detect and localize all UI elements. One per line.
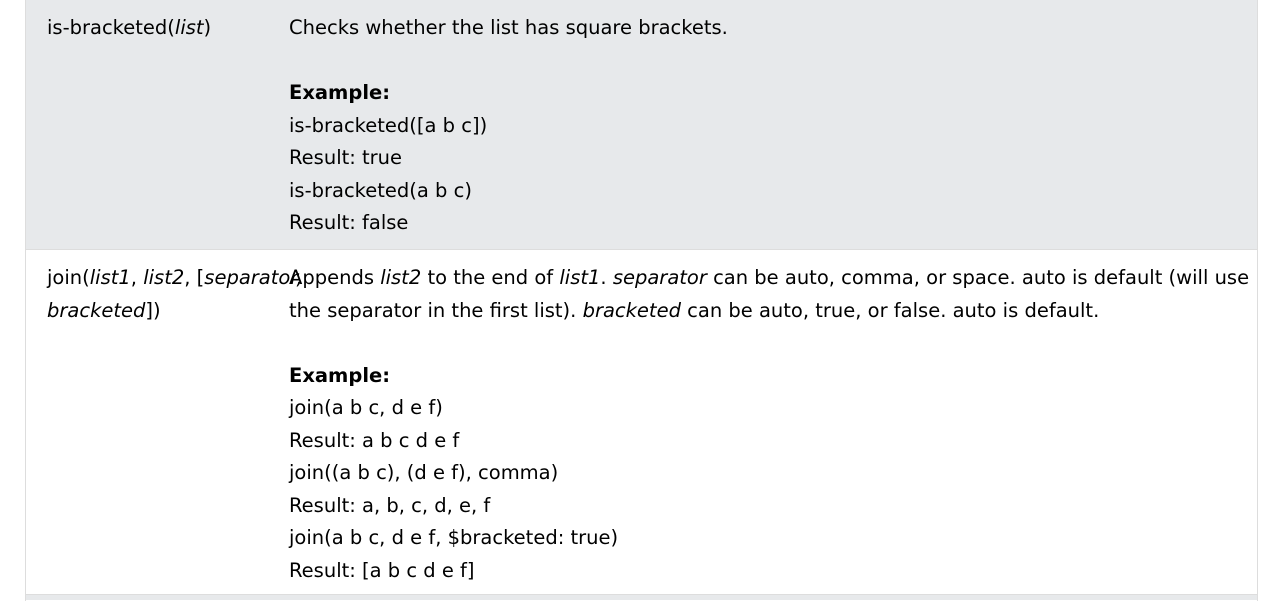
table-row xyxy=(26,594,1257,600)
description-text-line-1: Appends list2 to the end of list1. separ… xyxy=(289,262,1249,295)
description-text: Checks whether the list has square brack… xyxy=(289,16,728,39)
example-result: Result: a b c d e f xyxy=(289,428,460,452)
description-cell: Checks whether the list has square brack… xyxy=(289,0,1257,249)
example-result: Result: a, b, c, d, e, f xyxy=(289,493,491,517)
description-arg: list2 xyxy=(380,266,422,289)
example-result: Result: [a b c d e f] xyxy=(289,558,475,582)
function-arg: list xyxy=(174,16,204,39)
description-arg: list1 xyxy=(559,266,601,289)
description-fragment: the separator in the first list). xyxy=(289,298,583,322)
functions-table: is-bracketed(list) Checks whether the li… xyxy=(25,0,1258,601)
example-result: Result: false xyxy=(289,211,409,234)
example-line: join((a b c), (d e f), comma) xyxy=(289,461,559,484)
example-line: join(a b c, d e f, $bracketed: true) xyxy=(289,526,619,549)
function-cell: join(list1, list2, [separator, bracketed… xyxy=(26,250,303,594)
function-arg: bracketed xyxy=(47,298,146,322)
function-name: is-bracketed( xyxy=(47,16,175,39)
function-sep: , [ xyxy=(184,266,205,289)
function-cell: is-bracketed(list) xyxy=(26,0,289,249)
example-line: join(a b c, d e f) xyxy=(289,396,443,419)
example-result: Result: true xyxy=(289,146,403,169)
description-fragment: to the end of xyxy=(421,266,560,289)
function-signature-line-2: bracketed]) xyxy=(47,295,289,328)
function-close: ) xyxy=(203,16,212,39)
function-name: join( xyxy=(47,266,90,289)
description-fragment: can be auto, true, or false. auto is def… xyxy=(680,298,1100,322)
example-line: is-bracketed(a b c) xyxy=(289,178,472,202)
function-arg: list2 xyxy=(143,266,185,289)
example-line: is-bracketed([a b c]) xyxy=(289,113,488,137)
function-signature-line-1: join(list1, list2, [separator, xyxy=(47,262,303,295)
description-text-line-2: the separator in the first list). bracke… xyxy=(289,295,1249,328)
description-cell: Appends list2 to the end of list1. separ… xyxy=(289,250,1267,594)
example-heading: Example: xyxy=(289,363,391,387)
table-row: join(list1, list2, [separator, bracketed… xyxy=(26,249,1257,594)
description-fragment: . xyxy=(600,266,613,289)
description-fragment: can be auto, comma, or space. auto is de… xyxy=(706,266,1250,289)
description-fragment: Appends xyxy=(289,266,381,289)
description-arg: bracketed xyxy=(582,298,681,322)
example-heading: Example: xyxy=(289,81,391,104)
description-arg: separator xyxy=(612,266,707,289)
function-sep: , xyxy=(130,266,144,289)
function-arg: list1 xyxy=(89,266,131,289)
function-close: ]) xyxy=(145,298,161,322)
function-arg: separator, xyxy=(204,266,303,289)
table-row: is-bracketed(list) Checks whether the li… xyxy=(26,0,1257,249)
